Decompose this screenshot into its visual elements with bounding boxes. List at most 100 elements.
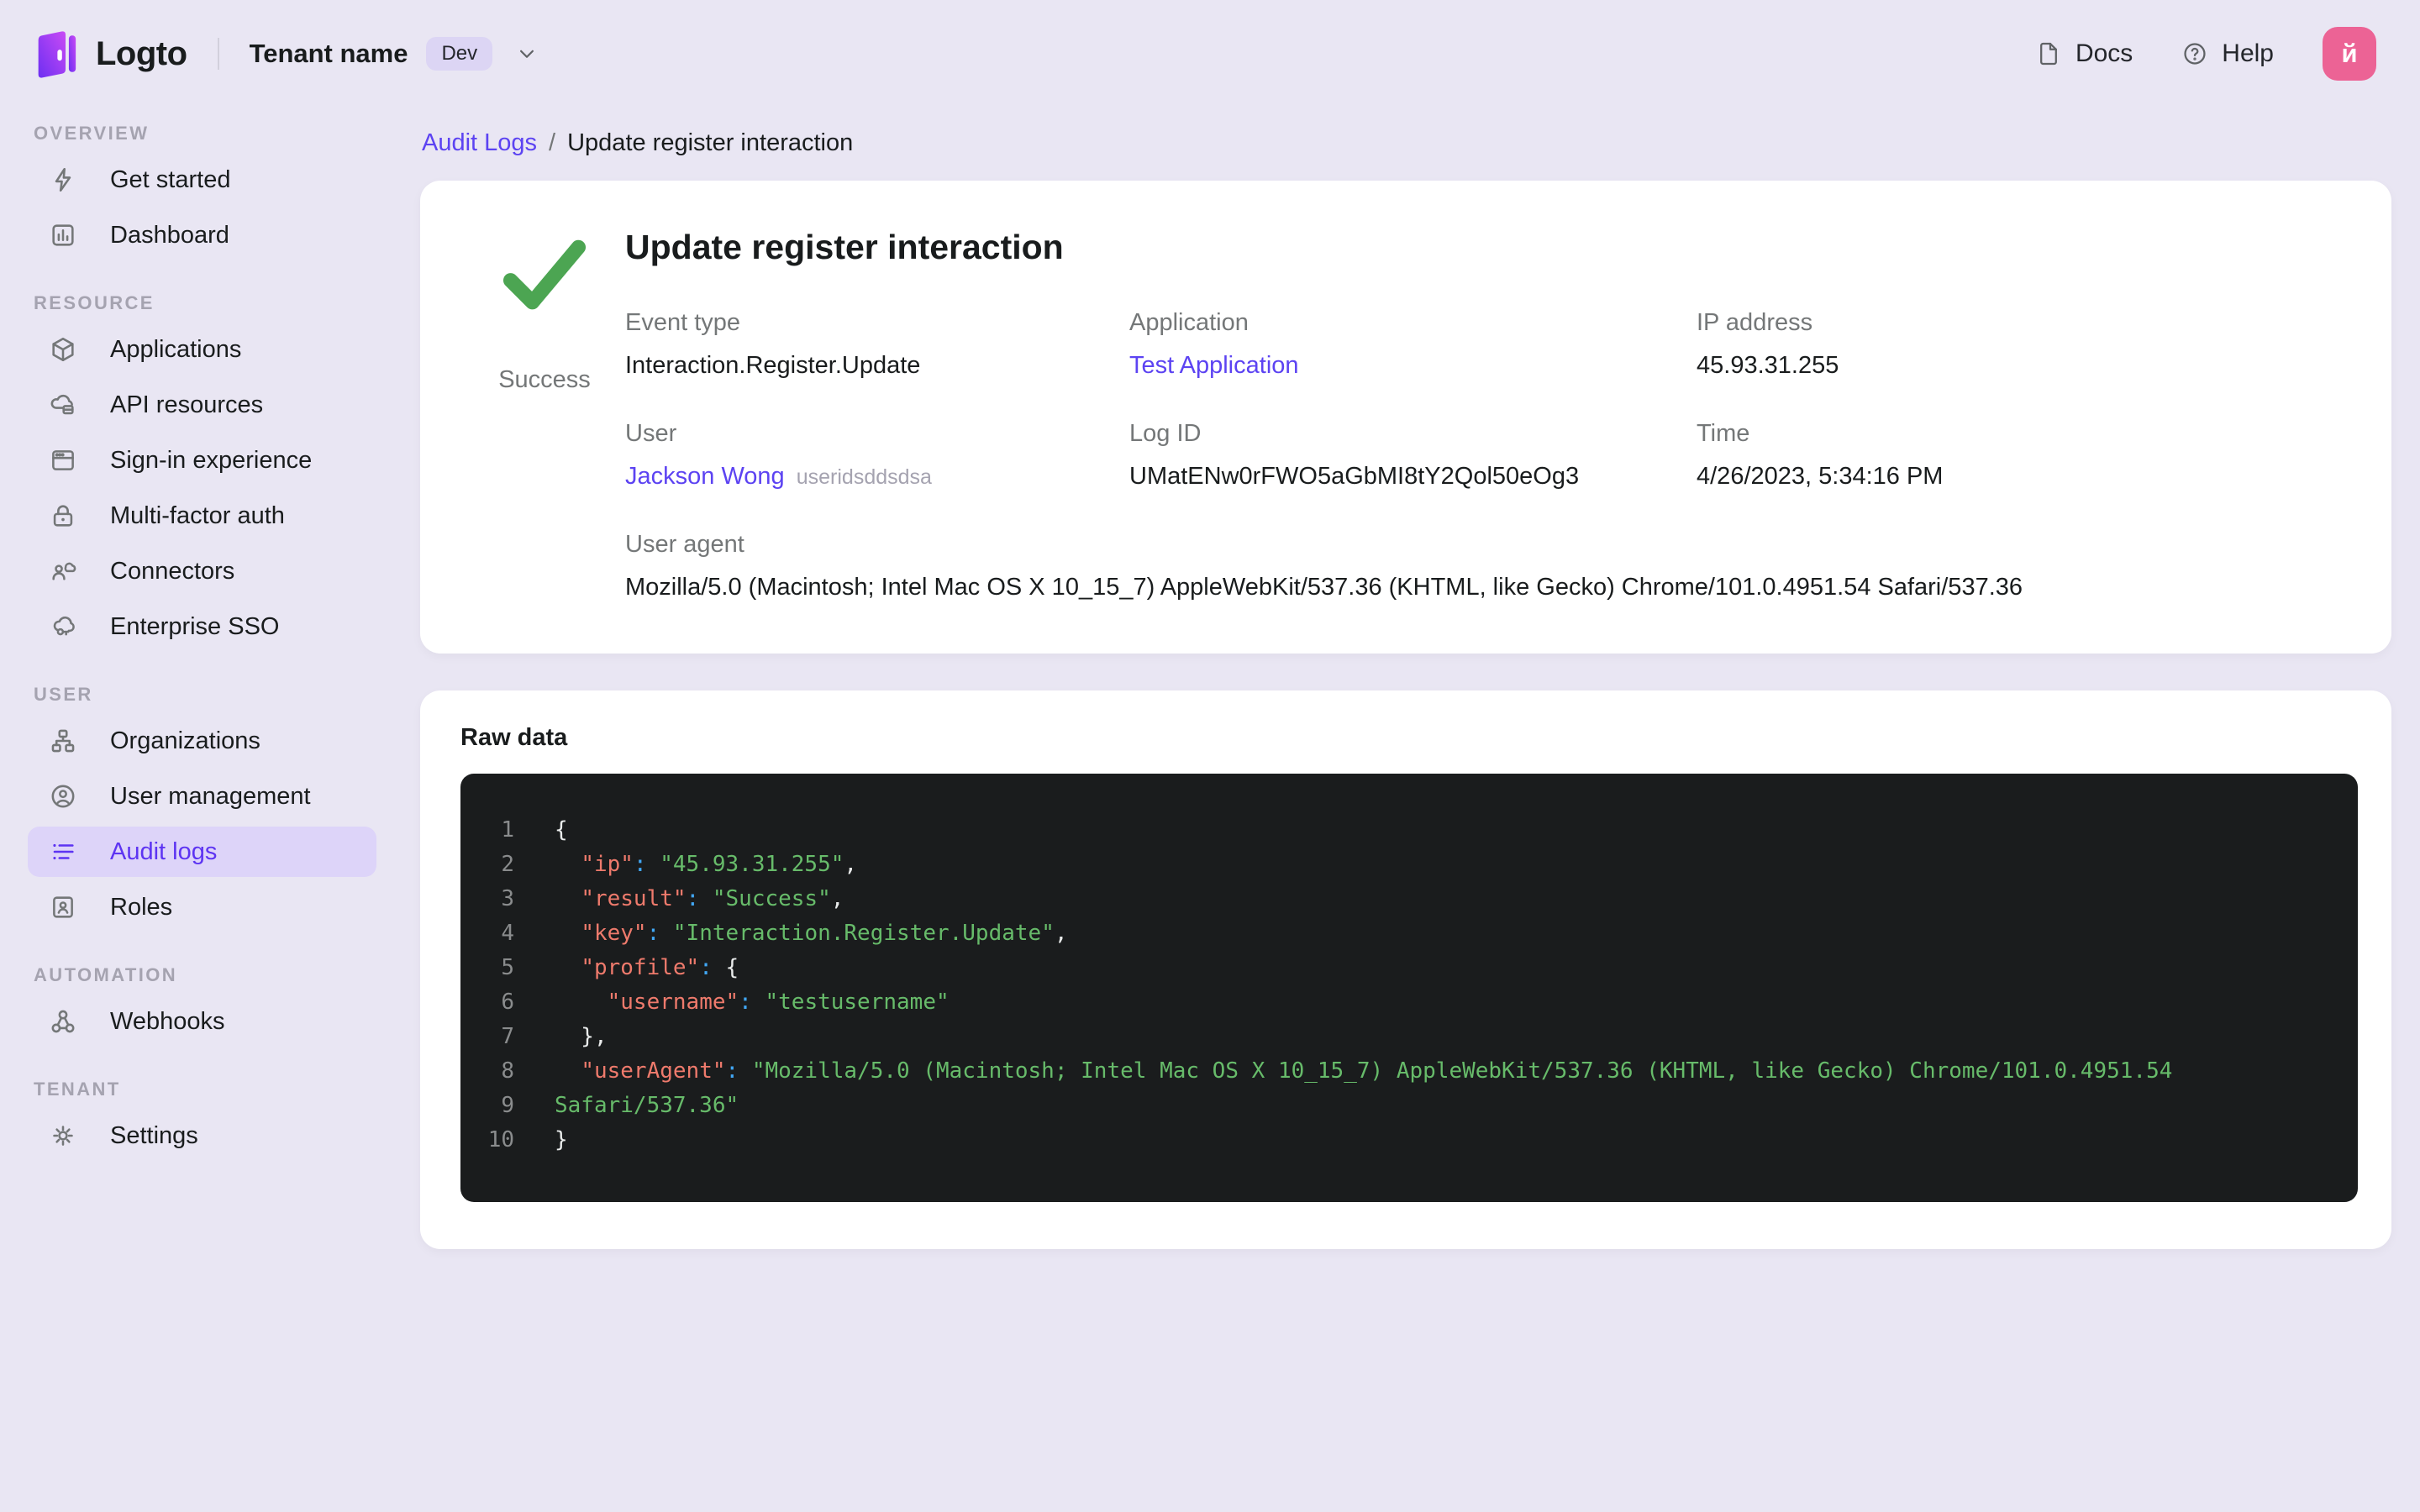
sidebar-item-roles[interactable]: Roles: [28, 882, 376, 932]
user-suffix: useridsddsdsa: [796, 465, 932, 489]
topbar: Logto Tenant name Dev Docs Help й: [0, 0, 2420, 108]
code-text: },: [555, 1023, 608, 1049]
code-text: "ip": "45.93.31.255",: [581, 851, 858, 877]
line-number: 4: [501, 920, 514, 946]
field-user-agent: User agent Mozilla/5.0 (Macintosh; Intel…: [625, 531, 2351, 601]
field-label: Application: [1129, 309, 1249, 336]
code-line: 8 "userAgent": "Mozilla/5.0 (Macintosh; …: [481, 1053, 2331, 1088]
success-check-icon: [502, 238, 587, 318]
code-line: 4 "key": "Interaction.Register.Update",: [481, 916, 2331, 950]
event-type-value: Interaction.Register.Update: [625, 352, 921, 379]
sidebar-item-applications[interactable]: Applications: [28, 324, 376, 375]
code-line: 7 },: [481, 1019, 2331, 1053]
cube-icon: [48, 334, 78, 365]
code-text: }: [555, 1126, 568, 1152]
breadcrumb-audit-logs-link[interactable]: Audit Logs: [422, 129, 537, 157]
code-line: 10}: [481, 1122, 2331, 1157]
field-user: User Jackson Wong useridsddsdsa: [625, 420, 1129, 491]
sidebar-item-dashboard[interactable]: Dashboard: [28, 210, 376, 260]
topbar-actions: Docs Help й: [2035, 27, 2376, 81]
list-icon: [48, 837, 78, 867]
code-line: 5 "profile": {: [481, 950, 2331, 984]
time-value: 4/26/2023, 5:34:16 PM: [1697, 463, 1944, 490]
bolt-icon: [48, 165, 78, 195]
sidebar-section-label-tenant: TENANT: [34, 1079, 121, 1100]
field-label: Time: [1697, 420, 1750, 447]
raw-data-card: Raw data 1{2 "ip": "45.93.31.255", 3 "res…: [420, 690, 2391, 1249]
code-text: "userAgent": "Mozilla/5.0 (Macintosh; In…: [581, 1058, 2173, 1084]
field-label: User: [625, 420, 677, 447]
code-line: 1{: [481, 812, 2331, 847]
sidebar-item-sign-in-experience[interactable]: Sign-in experience: [28, 435, 376, 486]
sidebar-section-label-automation: AUTOMATION: [34, 964, 178, 985]
sidebar-item-label: Enterprise SSO: [110, 612, 280, 640]
log-detail-card: Success Update register interaction Even…: [420, 181, 2391, 654]
sidebar-item-get-started[interactable]: Get started: [28, 155, 376, 205]
user-agent-value: Mozilla/5.0 (Macintosh; Intel Mac OS X 1…: [625, 574, 2023, 601]
code-line: 9 Safari/537.36": [481, 1088, 2331, 1122]
field-label: IP address: [1697, 309, 1813, 336]
code-text: "username": "testusername": [607, 989, 950, 1015]
code-line: 2 "ip": "45.93.31.255",: [481, 847, 2331, 881]
user-link[interactable]: Jackson Wong: [625, 463, 785, 490]
field-label: Event type: [625, 309, 741, 336]
sidebar-section-label-resource: RESOURCE: [34, 292, 155, 313]
sidebar-item-label: Organizations: [110, 727, 260, 754]
sidebar-item-user-management[interactable]: User management: [28, 771, 376, 822]
sidebar-item-settings[interactable]: Settings: [28, 1110, 376, 1161]
user-avatar[interactable]: й: [2323, 27, 2376, 81]
tenant-env-badge: Dev: [426, 37, 493, 71]
application-link[interactable]: Test Application: [1129, 352, 1299, 379]
line-number: 10: [487, 1126, 514, 1152]
sidebar-item-label: Get started: [110, 165, 231, 193]
api-icon: [48, 390, 78, 420]
sidebar-item-audit-logs[interactable]: Audit logs: [28, 827, 376, 877]
sidebar-item-label: User management: [110, 782, 311, 810]
code-text: Safari/537.36": [555, 1092, 739, 1118]
sidebar-item-enterprise-sso[interactable]: Enterprise SSO: [28, 601, 376, 652]
docs-button[interactable]: Docs: [2035, 39, 2133, 68]
field-label: User agent: [625, 531, 744, 558]
sidebar-item-label: Applications: [110, 335, 242, 363]
line-number: 3: [501, 885, 514, 911]
tenant-selector[interactable]: Tenant name Dev: [250, 37, 540, 71]
code-text: "key": "Interaction.Register.Update",: [581, 920, 1068, 946]
sidebar-item-label: Dashboard: [110, 221, 229, 249]
help-label: Help: [2222, 39, 2274, 67]
field-event-type: Event type Interaction.Register.Update: [625, 309, 1129, 380]
line-number: 1: [501, 816, 514, 843]
sidebar-item-label: Settings: [110, 1121, 198, 1149]
field-label: Log ID: [1129, 420, 1202, 447]
field-log-id: Log ID UMatENw0rFWO5aGbMI8tY2Qol50eOg3: [1129, 420, 1697, 491]
role-icon: [48, 892, 78, 922]
sidebar-section-label-user: USER: [34, 684, 93, 705]
status-label: Success: [498, 366, 591, 393]
sidebar-item-organizations[interactable]: Organizations: [28, 716, 376, 766]
sidebar-item-connectors[interactable]: Connectors: [28, 546, 376, 596]
sidebar-item-label: Sign-in experience: [110, 446, 313, 474]
page-title: Update register interaction: [625, 228, 1064, 266]
field-time: Time 4/26/2023, 5:34:16 PM: [1697, 420, 2351, 491]
line-number: 7: [501, 1023, 514, 1049]
help-button[interactable]: Help: [2181, 39, 2274, 68]
user-icon: [48, 781, 78, 811]
brand: Logto: [30, 28, 187, 80]
sso-icon: [48, 612, 78, 642]
lock-icon: [48, 501, 78, 531]
sidebar-item-label: Audit logs: [110, 837, 218, 865]
chevron-down-icon[interactable]: [514, 41, 539, 66]
line-number: 8: [501, 1058, 514, 1084]
sidebar-item-webhooks[interactable]: Webhooks: [28, 996, 376, 1047]
webhook-icon: [48, 1006, 78, 1037]
ip-address-value: 45.93.31.255: [1697, 352, 1839, 379]
sidebar-item-multi-factor-auth[interactable]: Multi-factor auth: [28, 491, 376, 541]
main-content: Audit Logs / Update register interaction…: [420, 108, 2420, 1249]
code-block: 1{2 "ip": "45.93.31.255", 3 "result": "Su…: [460, 774, 2358, 1202]
log-id-value: UMatENw0rFWO5aGbMI8tY2Qol50eOg3: [1129, 463, 1580, 490]
breadcrumb-separator: /: [549, 129, 556, 156]
sidebar-item-label: Roles: [110, 893, 173, 921]
breadcrumb-current: Update register interaction: [567, 129, 854, 156]
field-application: Application Test Application: [1129, 309, 1697, 380]
line-number: 6: [501, 989, 514, 1015]
sidebar-item-api-resources[interactable]: API resources: [28, 380, 376, 430]
